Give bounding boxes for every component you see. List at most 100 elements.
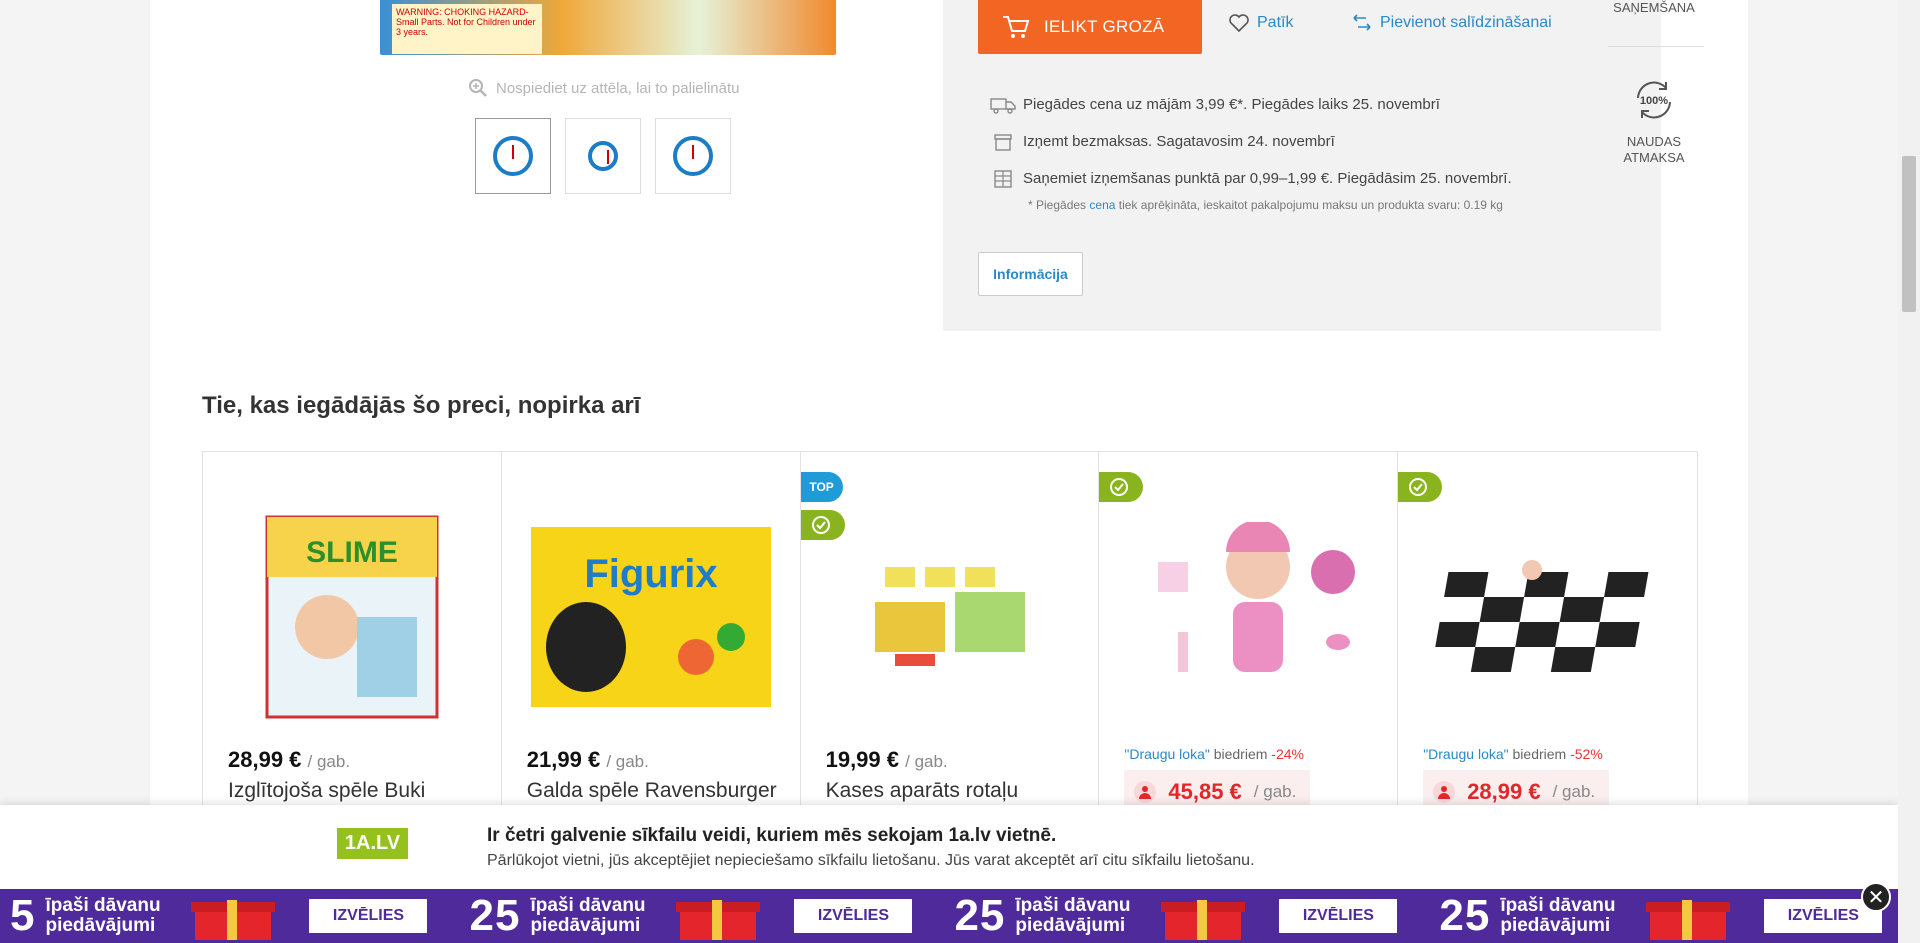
product-image[interactable]: Figurix xyxy=(526,512,776,722)
promo-text: īpaši dāvanu piedāvājumi xyxy=(45,896,181,936)
compare-icon xyxy=(1353,14,1371,31)
delivery-locker: Saņemiet izņemšanas punktā par 0,99–1,99… xyxy=(983,160,1512,197)
thumbnail-1[interactable] xyxy=(475,118,551,194)
close-promo-button[interactable]: ✕ xyxy=(1861,882,1891,912)
compare-button[interactable]: Pievienot salīdzināšanai xyxy=(1352,14,1552,32)
product-price: 28,99 € / gab. xyxy=(228,747,350,773)
pickup-label: SAŅEMŠANA xyxy=(1613,0,1695,15)
promo-choose-button[interactable]: IZVĒLIES xyxy=(309,899,428,933)
like-label: Patīk xyxy=(1257,14,1294,31)
club-discount: "Draugu loka" biedriem -24% xyxy=(1124,746,1304,762)
delivery-locker-text: Saņemiet izņemšanas punktā par 0,99–1,99… xyxy=(1023,170,1512,187)
promo-text-line-2: piedāvājumi xyxy=(45,915,156,936)
product-card[interactable]: "Draugu loka" biedriem -24% 45,85 € / gab… xyxy=(1099,452,1399,814)
truck-icon xyxy=(983,95,1023,115)
zoom-icon xyxy=(469,79,487,97)
scrollbar[interactable] xyxy=(1898,0,1920,943)
promo-text: īpaši dāvanu piedāvājumi xyxy=(1500,896,1636,936)
price-value: 45,85 € xyxy=(1168,779,1242,804)
promo-text-line-1: īpaši dāvanu xyxy=(45,895,161,916)
site-logo[interactable]: 1A.LV xyxy=(337,828,408,859)
delivery-store-text: Izņemt bezmaksas. Sagatavosim 24. novemb… xyxy=(1023,133,1335,150)
promo-text: īpaši dāvanu piedāvājumi xyxy=(530,896,666,936)
thumbnail-2[interactable] xyxy=(565,118,641,194)
top-badge: TOP xyxy=(800,472,843,502)
promo-choose-button[interactable]: IZVĒLIES xyxy=(1279,899,1398,933)
delivery-price-link[interactable]: cena xyxy=(1089,198,1115,212)
add-to-cart-button[interactable]: IELIKT GROZĀ xyxy=(978,0,1202,54)
product-price: 21,99 € / gab. xyxy=(527,747,649,773)
related-products-list: SLIME 28,99 € / gab. Izglītojoša spēle B… xyxy=(202,451,1698,814)
member-icon xyxy=(1134,781,1157,803)
club-discount: "Draugu loka" biedriem -52% xyxy=(1423,746,1603,762)
price-unit: / gab. xyxy=(606,752,649,771)
product-name[interactable]: Izglītojoša spēle Buki xyxy=(228,779,425,803)
note-suffix: tiek aprēķināta, ieskaitot pakalpojumu m… xyxy=(1115,198,1503,212)
check-badge xyxy=(1398,472,1443,502)
promo-text-line-2: piedāvājumi xyxy=(530,915,641,936)
check-icon xyxy=(1110,478,1129,496)
like-button[interactable]: Patīk xyxy=(1229,14,1293,32)
divider xyxy=(1608,46,1704,47)
thumbnail-strip xyxy=(475,118,731,194)
cookie-title: Ir četri galvenie sīkfailu veidi, kuriem… xyxy=(487,825,1057,846)
money-back-line-2: ATMAKSA xyxy=(1623,150,1685,165)
promo-text: īpaši dāvanu piedāvājumi xyxy=(1015,896,1151,936)
heart-icon xyxy=(1229,14,1249,32)
product-card[interactable]: SLIME 28,99 € / gab. Izglītojoša spēle B… xyxy=(203,452,502,811)
product-name[interactable]: Kases aparāts rotaļu xyxy=(826,779,1019,803)
promo-unit: 25 īpaši dāvanu piedāvājumi IZVĒLIES xyxy=(944,889,1429,943)
product-card[interactable]: TOP 19,99 € / gab. Kases aparāts rotaļu xyxy=(800,452,1100,811)
product-image[interactable] xyxy=(1422,512,1672,722)
compare-label: Pievienot salīdzināšanai xyxy=(1380,14,1552,31)
product-image[interactable] xyxy=(1123,512,1373,722)
cookie-text: Pārlūkojot vietni, jūs akceptējiet nepie… xyxy=(487,852,1255,869)
promo-number: 25 xyxy=(954,891,1006,940)
promo-choose-button[interactable]: IZVĒLIES xyxy=(794,899,913,933)
page: WARNING: CHOKING HAZARD-Small Parts. Not… xyxy=(150,0,1748,943)
club-link[interactable]: "Draugu loka" xyxy=(1124,746,1209,762)
money-back-label: NAUDAS ATMAKSA xyxy=(1604,134,1704,166)
money-back-icon: 100% xyxy=(1630,76,1678,124)
product-image[interactable] xyxy=(825,512,1075,722)
price-unit: / gab. xyxy=(1552,782,1596,801)
price-value: 21,99 € xyxy=(526,747,601,772)
promo-text-line-2: piedāvājumi xyxy=(1015,915,1126,936)
check-badge xyxy=(1099,472,1144,502)
promo-unit: 25 īpaši dāvanu piedāvājumi IZVĒLIES xyxy=(1429,889,1914,943)
scrollbar-thumb[interactable] xyxy=(1902,156,1916,312)
delivery-options: Piegādes cena uz mājām 3,99 €*. Piegādes… xyxy=(983,86,1512,197)
club-link[interactable]: "Draugu loka" xyxy=(1423,746,1508,762)
buy-box: IELIKT GROZĀ Patīk Pievienot salīdzināša… xyxy=(943,0,1661,331)
related-products-title: Tie, kas iegādājās šo preci, nopirka arī xyxy=(202,392,641,419)
thumbnail-3[interactable] xyxy=(655,118,731,194)
price-unit: / gab. xyxy=(1253,782,1297,801)
product-card[interactable]: "Draugu loka" biedriem -52% 28,99 € / gab… xyxy=(1398,452,1697,814)
discount-value: -52% xyxy=(1570,746,1603,762)
promo-number: 5 xyxy=(10,891,36,940)
clock-toy-image xyxy=(493,136,533,176)
gift-icon xyxy=(1159,892,1247,940)
product-image[interactable]: SLIME xyxy=(227,512,477,722)
information-button[interactable]: Informācija xyxy=(978,252,1083,296)
promo-text-line-1: īpaši dāvanu xyxy=(1015,895,1131,916)
club-text: biedriem xyxy=(1508,746,1571,762)
price-value: 28,99 € xyxy=(1467,779,1541,804)
product-card[interactable]: Figurix 21,99 € / gab. Galda spēle Raven… xyxy=(502,452,801,811)
promo-banner[interactable]: 5 īpaši dāvanu piedāvājumi IZVĒLIES 25 īp… xyxy=(0,889,1920,943)
cart-icon xyxy=(1003,16,1030,38)
price-value: 28,99 € xyxy=(228,747,302,772)
parcel-locker-icon xyxy=(983,169,1023,189)
promo-text-line-1: īpaši dāvanu xyxy=(1500,895,1616,916)
delivery-note: * Piegādes cena tiek aprēķināta, ieskait… xyxy=(1028,198,1503,212)
promo-text-line-2: piedāvājumi xyxy=(1500,915,1611,936)
product-name[interactable]: Galda spēle Ravensburger xyxy=(527,779,777,803)
svg-text:SLIME: SLIME xyxy=(306,536,398,569)
product-main-image[interactable]: WARNING: CHOKING HAZARD-Small Parts. Not… xyxy=(380,0,836,55)
add-to-cart-label: IELIKT GROZĀ xyxy=(1044,17,1165,36)
clock-toy-image xyxy=(588,141,618,171)
club-text: biedriem xyxy=(1209,746,1272,762)
promo-text-line-1: īpaši dāvanu xyxy=(530,895,646,916)
clock-toy-image xyxy=(673,136,713,176)
product-price: 19,99 € / gab. xyxy=(826,747,948,773)
